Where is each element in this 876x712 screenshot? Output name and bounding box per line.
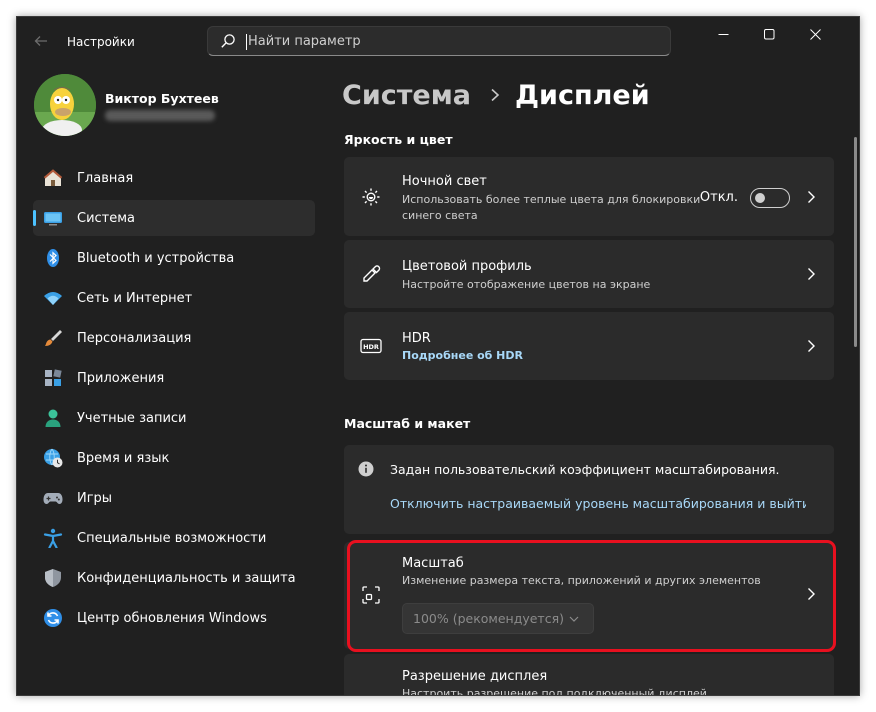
page-title: Дисплей: [515, 79, 650, 111]
sidebar-item-windows-update[interactable]: Центр обновления Windows: [33, 600, 315, 636]
maximize-icon: [763, 28, 774, 39]
gamepad-icon: [43, 488, 63, 508]
disable-custom-scale-link[interactable]: Отключить настраиваемый уровень масштаби…: [390, 496, 806, 511]
night-light-title: Ночной свет: [402, 174, 487, 189]
avatar-image: [34, 74, 96, 136]
custom-scale-info-card: Задан пользовательский коэффициент масшт…: [344, 445, 834, 534]
sidebar-item-label: Система: [77, 210, 136, 226]
minimize-icon: [718, 33, 728, 35]
monitor-icon: [43, 208, 63, 228]
chevron-right-icon[interactable]: [806, 267, 816, 281]
hdr-title: HDR: [402, 331, 431, 346]
chevron-right-icon: [491, 88, 500, 102]
color-profile-title: Цветовой профиль: [402, 259, 532, 274]
home-icon: [43, 168, 63, 188]
hdr-learn-more-link[interactable]: Подробнее об HDR: [402, 349, 523, 362]
sidebar-item-gaming[interactable]: Игры: [33, 480, 315, 516]
user-avatar[interactable]: [34, 74, 96, 136]
sidebar-item-privacy[interactable]: Конфиденциальность и защита: [33, 560, 315, 596]
scale-dropdown[interactable]: 100% (рекомендуется): [402, 603, 594, 634]
resolution-title: Разрешение дисплея: [402, 669, 548, 684]
globe-clock-icon: [43, 448, 63, 468]
close-icon: [809, 28, 821, 40]
apps-icon: [43, 368, 63, 388]
sidebar-item-label: Игры: [77, 490, 113, 506]
hdr-icon: HDR: [360, 335, 382, 357]
sidebar-item-label: Центр обновления Windows: [77, 610, 267, 626]
sidebar-item-personalization[interactable]: Персонализация: [33, 320, 315, 356]
sidebar-item-label: Сеть и Интернет: [77, 290, 193, 306]
chevron-down-icon: [569, 616, 579, 622]
resolution-subtitle: Настроить разрешение под подключенный ди…: [402, 687, 707, 696]
display-resolution-card[interactable]: Разрешение дисплея Настроить разрешение …: [344, 654, 834, 696]
section-title-brightness: Яркость и цвет: [344, 132, 453, 147]
minimize-button[interactable]: [700, 23, 746, 45]
sidebar-item-label: Конфиденциальность и защита: [77, 570, 296, 586]
breadcrumb-parent[interactable]: Система: [342, 80, 471, 111]
wifi-icon: [43, 288, 63, 308]
accessibility-icon: [43, 528, 63, 548]
person-icon: [43, 408, 63, 428]
user-name: Виктор Бухтеев: [105, 91, 219, 106]
search-input[interactable]: [248, 31, 658, 51]
user-email-redacted: [105, 110, 215, 121]
scale-frame-icon: [360, 584, 382, 606]
svg-text:HDR: HDR: [363, 343, 379, 351]
close-button[interactable]: [792, 23, 838, 45]
sidebar-item-label: Специальные возможности: [77, 530, 267, 546]
breadcrumb: Система Дисплей: [342, 75, 650, 115]
sidebar-item-label: Персонализация: [77, 330, 192, 346]
sidebar-item-apps[interactable]: Приложения: [33, 360, 315, 396]
sidebar-item-bluetooth[interactable]: Bluetooth и устройства: [33, 240, 315, 276]
color-profile-subtitle: Настройте отображение цветов на экране: [402, 278, 651, 291]
scale-card[interactable]: Масштаб Изменение размера текста, прилож…: [344, 542, 834, 649]
search-box[interactable]: [207, 26, 671, 56]
night-light-card[interactable]: Ночной свет Использовать более теплые цв…: [344, 157, 834, 236]
maximize-button[interactable]: [746, 23, 792, 45]
sidebar-item-label: Главная: [77, 170, 134, 186]
bluetooth-icon: [43, 248, 63, 268]
hdr-card[interactable]: HDR HDR Подробнее об HDR: [344, 312, 834, 380]
main-scrollbar[interactable]: [854, 137, 857, 347]
chevron-right-icon[interactable]: [806, 190, 816, 204]
sidebar-item-label: Приложения: [77, 370, 165, 386]
sidebar-nav: Главная Система Bluetooth и устройства С…: [33, 160, 315, 640]
brush-icon: [43, 328, 63, 348]
back-button[interactable]: [31, 31, 51, 51]
settings-window: Настройки Виктор Бухтеев: [16, 16, 860, 696]
sidebar-item-network[interactable]: Сеть и Интернет: [33, 280, 315, 316]
update-icon: [43, 608, 63, 628]
night-light-toggle-label: Откл.: [699, 190, 738, 205]
sidebar-item-label: Учетные записи: [77, 410, 187, 426]
section-title-scale-layout: Масштаб и макет: [344, 416, 471, 431]
sidebar-item-label: Время и язык: [77, 450, 170, 466]
chevron-right-icon[interactable]: [806, 339, 816, 353]
sidebar-item-label: Bluetooth и устройства: [77, 250, 235, 266]
search-icon: [221, 34, 235, 48]
night-light-toggle[interactable]: [750, 188, 790, 208]
text-caret: [246, 34, 247, 50]
custom-scale-info-text: Задан пользовательский коэффициент масшт…: [390, 462, 780, 477]
shield-icon: [43, 568, 63, 588]
sidebar-item-home[interactable]: Главная: [33, 160, 315, 196]
scale-title: Масштаб: [402, 556, 464, 571]
app-title: Настройки: [67, 35, 135, 49]
color-profile-card[interactable]: Цветовой профиль Настройте отображение ц…: [344, 240, 834, 308]
night-light-subtitle: Использовать более теплые цвета для блок…: [402, 193, 701, 222]
toggle-knob: [755, 193, 765, 203]
sidebar-item-accessibility[interactable]: Специальные возможности: [33, 520, 315, 556]
scale-dropdown-value: 100% (рекомендуется): [413, 611, 564, 626]
scale-subtitle: Изменение размера текста, приложений и д…: [402, 574, 761, 587]
sidebar-item-system[interactable]: Система: [33, 200, 315, 236]
arrow-left-icon: [34, 36, 47, 46]
sidebar-item-time-language[interactable]: Время и язык: [33, 440, 315, 476]
sidebar-item-accounts[interactable]: Учетные записи: [33, 400, 315, 436]
chevron-right-icon[interactable]: [806, 587, 816, 601]
info-icon: [356, 459, 376, 479]
eyedropper-icon: [360, 263, 382, 285]
brightness-icon: [360, 186, 382, 208]
